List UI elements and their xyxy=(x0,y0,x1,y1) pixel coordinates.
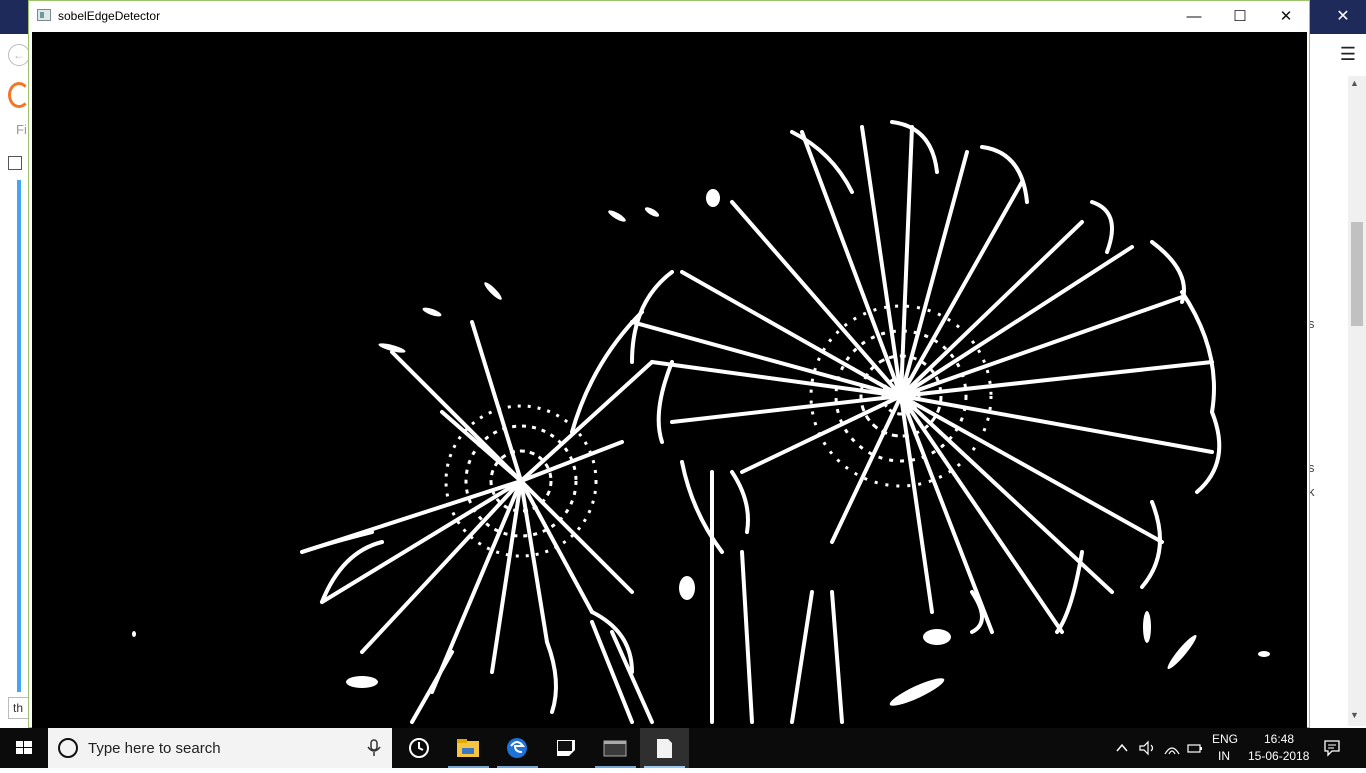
clock-date[interactable]: 15-06-2018 xyxy=(1248,749,1309,763)
wifi-icon[interactable] xyxy=(1163,740,1181,756)
sticky-notes-icon xyxy=(557,740,575,756)
taskbar: Type here to search ENG IN 16:48 15-06-2… xyxy=(0,728,1366,768)
scroll-up-icon[interactable]: ▲ xyxy=(1350,78,1359,88)
clock-time[interactable]: 16:48 xyxy=(1264,732,1294,746)
language-indicator[interactable]: ENG xyxy=(1212,732,1238,746)
taskbar-browser[interactable] xyxy=(493,728,542,768)
close-button[interactable]: ✕ xyxy=(1263,1,1309,32)
cortana-icon xyxy=(58,738,78,758)
jupyter-logo-icon xyxy=(8,82,30,108)
microphone-icon[interactable] xyxy=(364,738,384,758)
background-scrollbar[interactable] xyxy=(1348,76,1366,726)
battery-icon[interactable] xyxy=(1186,740,1204,756)
windows-logo-icon xyxy=(16,741,32,754)
task-view-icon xyxy=(409,738,429,758)
window-titlebar[interactable]: sobelEdgeDetector — ☐ ✕ xyxy=(29,1,1309,32)
back-arrow-icon[interactable]: ← xyxy=(8,44,30,66)
browser-icon xyxy=(507,738,527,758)
sobel-edge-detector-window: sobelEdgeDetector — ☐ ✕ xyxy=(28,0,1310,728)
window-title: sobelEdgeDetector xyxy=(58,9,161,23)
sobel-edge-output xyxy=(32,32,1307,728)
scroll-down-icon[interactable]: ▼ xyxy=(1350,710,1359,720)
taskbar-search-box[interactable]: Type here to search xyxy=(48,728,392,768)
hamburger-menu-icon[interactable]: ☰ xyxy=(1330,36,1366,72)
window-app-icon[interactable] xyxy=(37,9,51,21)
background-menu-fragment: Fi xyxy=(16,122,27,137)
edge-detection-image xyxy=(32,32,1307,728)
background-scrollbar-thumb[interactable] xyxy=(1351,222,1363,326)
maximize-button[interactable]: ☐ xyxy=(1217,1,1263,32)
taskbar-file-explorer[interactable] xyxy=(444,728,493,768)
background-close-icon[interactable]: ✕ xyxy=(1320,0,1366,34)
language-region[interactable]: IN xyxy=(1218,749,1230,763)
notebook-cell-fragment[interactable]: th xyxy=(8,697,30,719)
show-hidden-icons-chevron-icon[interactable] xyxy=(1114,740,1130,756)
document-icon xyxy=(657,739,672,758)
cell-selection-bar xyxy=(17,180,21,692)
action-center-icon[interactable] xyxy=(1322,738,1342,758)
taskbar-console[interactable] xyxy=(591,728,640,768)
minimize-button[interactable]: — xyxy=(1171,1,1217,32)
start-button[interactable] xyxy=(0,728,48,768)
taskbar-sticky-notes[interactable] xyxy=(542,728,591,768)
search-placeholder: Type here to search xyxy=(88,740,221,757)
console-icon xyxy=(603,740,627,757)
save-icon[interactable] xyxy=(8,156,22,170)
taskbar-opencv-window[interactable] xyxy=(640,728,689,768)
volume-icon[interactable] xyxy=(1138,740,1156,756)
taskbar-task-view[interactable] xyxy=(395,728,444,768)
file-explorer-icon xyxy=(457,739,479,757)
